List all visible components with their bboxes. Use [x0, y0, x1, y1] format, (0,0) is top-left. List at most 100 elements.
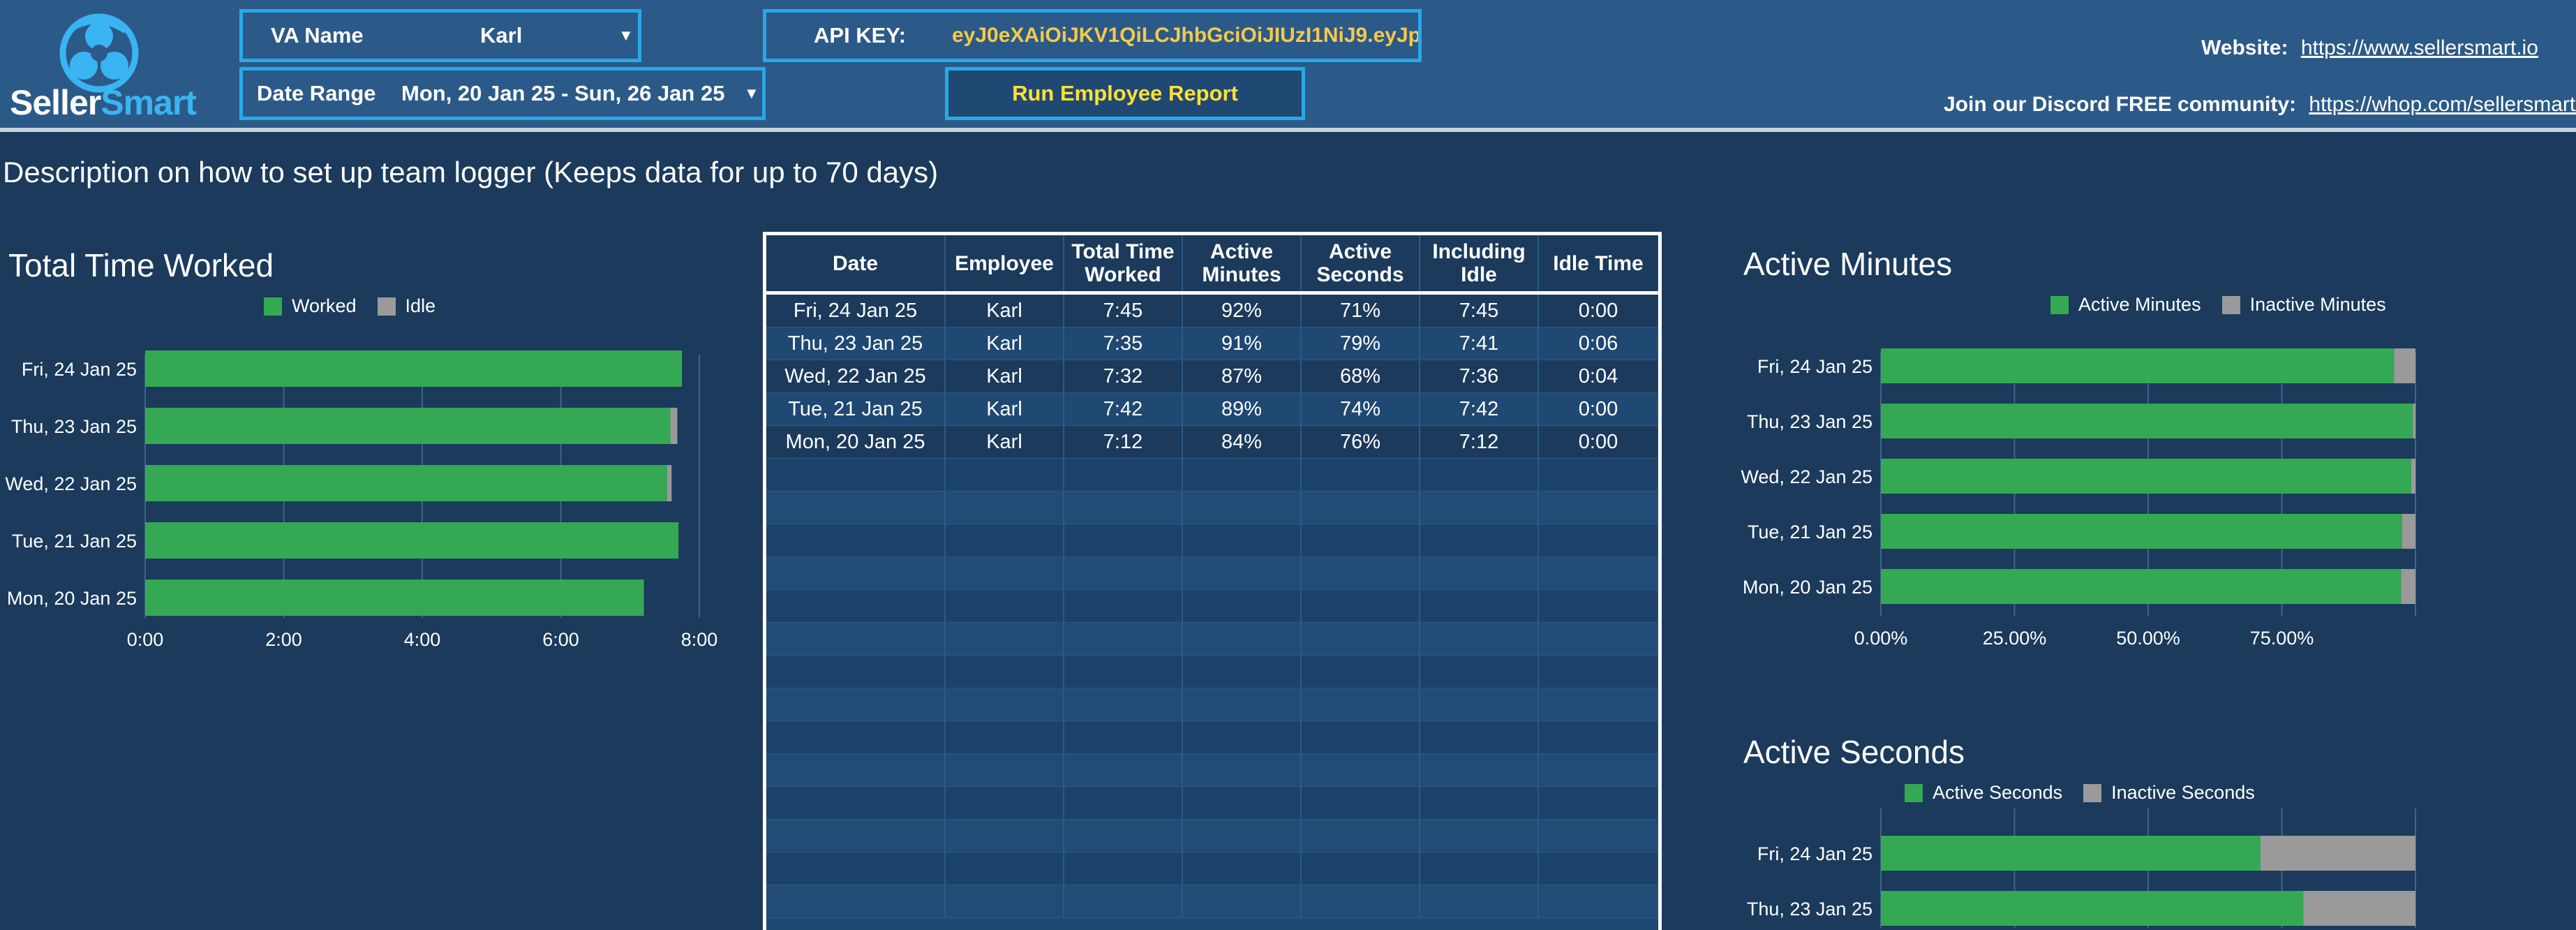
bar-inactive-minutes — [2411, 459, 2415, 494]
empty-table-cell — [945, 524, 1064, 557]
api-key-input[interactable]: eyJ0eXAiOiJKV1QiLCJhbGciOiJIUzI1NiJ9.eyJ… — [952, 24, 1418, 47]
bar-worked — [145, 350, 683, 387]
empty-table-cell — [945, 655, 1064, 688]
empty-table-cell — [766, 655, 946, 688]
empty-table-cell — [766, 819, 946, 852]
empty-table-cell — [945, 721, 1064, 754]
empty-table-cell — [766, 753, 946, 787]
empty-table-cell — [1420, 622, 1539, 656]
x-tick-label: 0:00 — [127, 629, 164, 650]
column-header[interactable]: Active Minutes — [1182, 235, 1302, 295]
empty-table-cell — [1182, 524, 1302, 557]
table-cell: 0:00 — [1538, 293, 1658, 327]
empty-table-cell — [1301, 524, 1420, 557]
table-row: Thu, 23 Jan 25 Karl 7:35 91% 79% 7:41 0:06 — [766, 327, 1658, 360]
empty-table-cell — [1182, 622, 1302, 656]
empty-table-cell — [1301, 721, 1420, 754]
bar-worked — [145, 522, 679, 559]
table-cell: Karl — [945, 327, 1064, 360]
date-range-select[interactable]: Date Range Mon, 20 Jan 25 - Sun, 26 Jan … — [239, 67, 766, 120]
table-cell: 7:35 — [1064, 327, 1183, 360]
y-category-label: Tue, 21 Jan 25 — [1748, 522, 1873, 542]
empty-table-cell — [1538, 753, 1658, 787]
column-header[interactable]: Idle Time — [1538, 235, 1658, 295]
column-header[interactable]: Date — [766, 235, 946, 295]
empty-table-cell — [945, 556, 1064, 590]
legend-label-inactive-minutes: Inactive Minutes — [2249, 294, 2386, 315]
empty-table-row — [766, 721, 1658, 754]
empty-table-cell — [1420, 491, 1539, 524]
empty-table-cell — [1301, 458, 1420, 492]
legend-item-idle: Idle — [377, 295, 435, 317]
empty-table-cell — [1182, 589, 1302, 623]
setup-description-link[interactable]: Description on how to set up team logger… — [3, 156, 938, 189]
empty-table-cell — [1420, 655, 1539, 688]
bar-worked — [145, 580, 644, 616]
bar-worked — [145, 408, 671, 444]
table-cell: 92% — [1182, 293, 1302, 327]
empty-table-cell — [1064, 885, 1183, 918]
empty-table-cell — [1538, 589, 1658, 623]
empty-table-cell — [1301, 819, 1420, 852]
website-link[interactable]: https://www.sellersmart.io — [2301, 36, 2538, 59]
empty-table-cell — [766, 852, 946, 885]
chevron-down-icon: ▼ — [618, 27, 634, 44]
column-header[interactable]: Including Idle — [1420, 235, 1539, 295]
column-header[interactable]: Employee — [945, 235, 1064, 295]
discord-label: Join our Discord FREE community: — [1944, 93, 2297, 116]
empty-table-cell — [1301, 786, 1420, 820]
discord-link[interactable]: https://whop.com/sellersmart/ — [2309, 93, 2576, 116]
empty-table-cell — [1420, 458, 1539, 492]
empty-table-cell — [1420, 753, 1539, 787]
empty-table-cell — [1301, 622, 1420, 656]
empty-table-row — [766, 458, 1658, 492]
legend-item-active-minutes: Active Minutes — [2050, 294, 2201, 316]
legend-item-inactive-seconds: Inactive Seconds — [2083, 782, 2255, 804]
x-tick-label: 50.00% — [2116, 628, 2180, 649]
empty-table-cell — [945, 753, 1064, 787]
y-category-label: Mon, 20 Jan 25 — [1743, 577, 1873, 598]
column-header[interactable]: Active Seconds — [1301, 235, 1420, 295]
bar-inactive-minutes — [2413, 404, 2415, 438]
table-cell: 87% — [1182, 360, 1302, 393]
brand-name-part1: Seller — [10, 83, 101, 122]
table-cell: Fri, 24 Jan 25 — [766, 293, 946, 327]
date-range-label: Date Range — [257, 81, 376, 105]
empty-table-row — [766, 753, 1658, 787]
legend-label-active-minutes: Active Minutes — [2078, 294, 2201, 315]
table-body: Fri, 24 Jan 25 Karl 7:45 92% 71% 7:45 0:00 Thu,… — [766, 293, 1658, 918]
table-row: Tue, 21 Jan 25 Karl 7:42 89% 74% 7:42 0:00 — [766, 392, 1658, 426]
date-range-value: Mon, 20 Jan 25 - Sun, 26 Jan 25 — [401, 81, 725, 105]
va-name-value: Karl — [480, 23, 523, 47]
empty-table-row — [766, 688, 1658, 721]
empty-table-cell — [1420, 885, 1539, 918]
table-cell: 71% — [1301, 293, 1420, 327]
empty-table-cell — [1301, 556, 1420, 590]
table-cell: 7:12 — [1064, 425, 1183, 459]
brand-name: SellerSmart — [10, 82, 197, 123]
empty-table-cell — [945, 491, 1064, 524]
legend-label-active-seconds: Active Seconds — [1933, 782, 2063, 803]
column-header[interactable]: Total Time Worked — [1064, 235, 1183, 295]
bar-inactive-seconds — [2260, 836, 2415, 871]
x-tick-label: 0.00% — [1854, 628, 1908, 649]
va-name-select[interactable]: VA Name Karl ▼ — [239, 9, 641, 62]
empty-table-cell — [1420, 688, 1539, 721]
run-employee-report-button[interactable]: Run Employee Report — [945, 67, 1305, 120]
table-cell: 91% — [1182, 327, 1302, 360]
empty-table-cell — [766, 721, 946, 754]
empty-table-cell — [1064, 819, 1183, 852]
table-cell: 7:36 — [1420, 360, 1539, 393]
empty-table-cell — [1064, 622, 1183, 656]
website-label: Website: — [2201, 36, 2288, 59]
empty-table-cell — [1538, 491, 1658, 524]
bar-active-minutes — [1881, 459, 2411, 494]
api-key-field[interactable]: API KEY: eyJ0eXAiOiJKV1QiLCJhbGciOiJIUzI… — [763, 9, 1422, 62]
empty-table-cell — [1538, 556, 1658, 590]
va-name-label: VA Name — [271, 23, 364, 47]
empty-table-cell — [1182, 688, 1302, 721]
legend-swatch-active-minutes — [2050, 295, 2069, 314]
active-minutes-chart: 0.00% 25.00% 50.00% 75.00% Fri, 24 Jan 25 Thu… — [1741, 348, 2416, 649]
header-bar: SellerSmart VA Name Karl ▼ Date Range Mo… — [0, 0, 2576, 128]
empty-table-cell — [1182, 852, 1302, 885]
